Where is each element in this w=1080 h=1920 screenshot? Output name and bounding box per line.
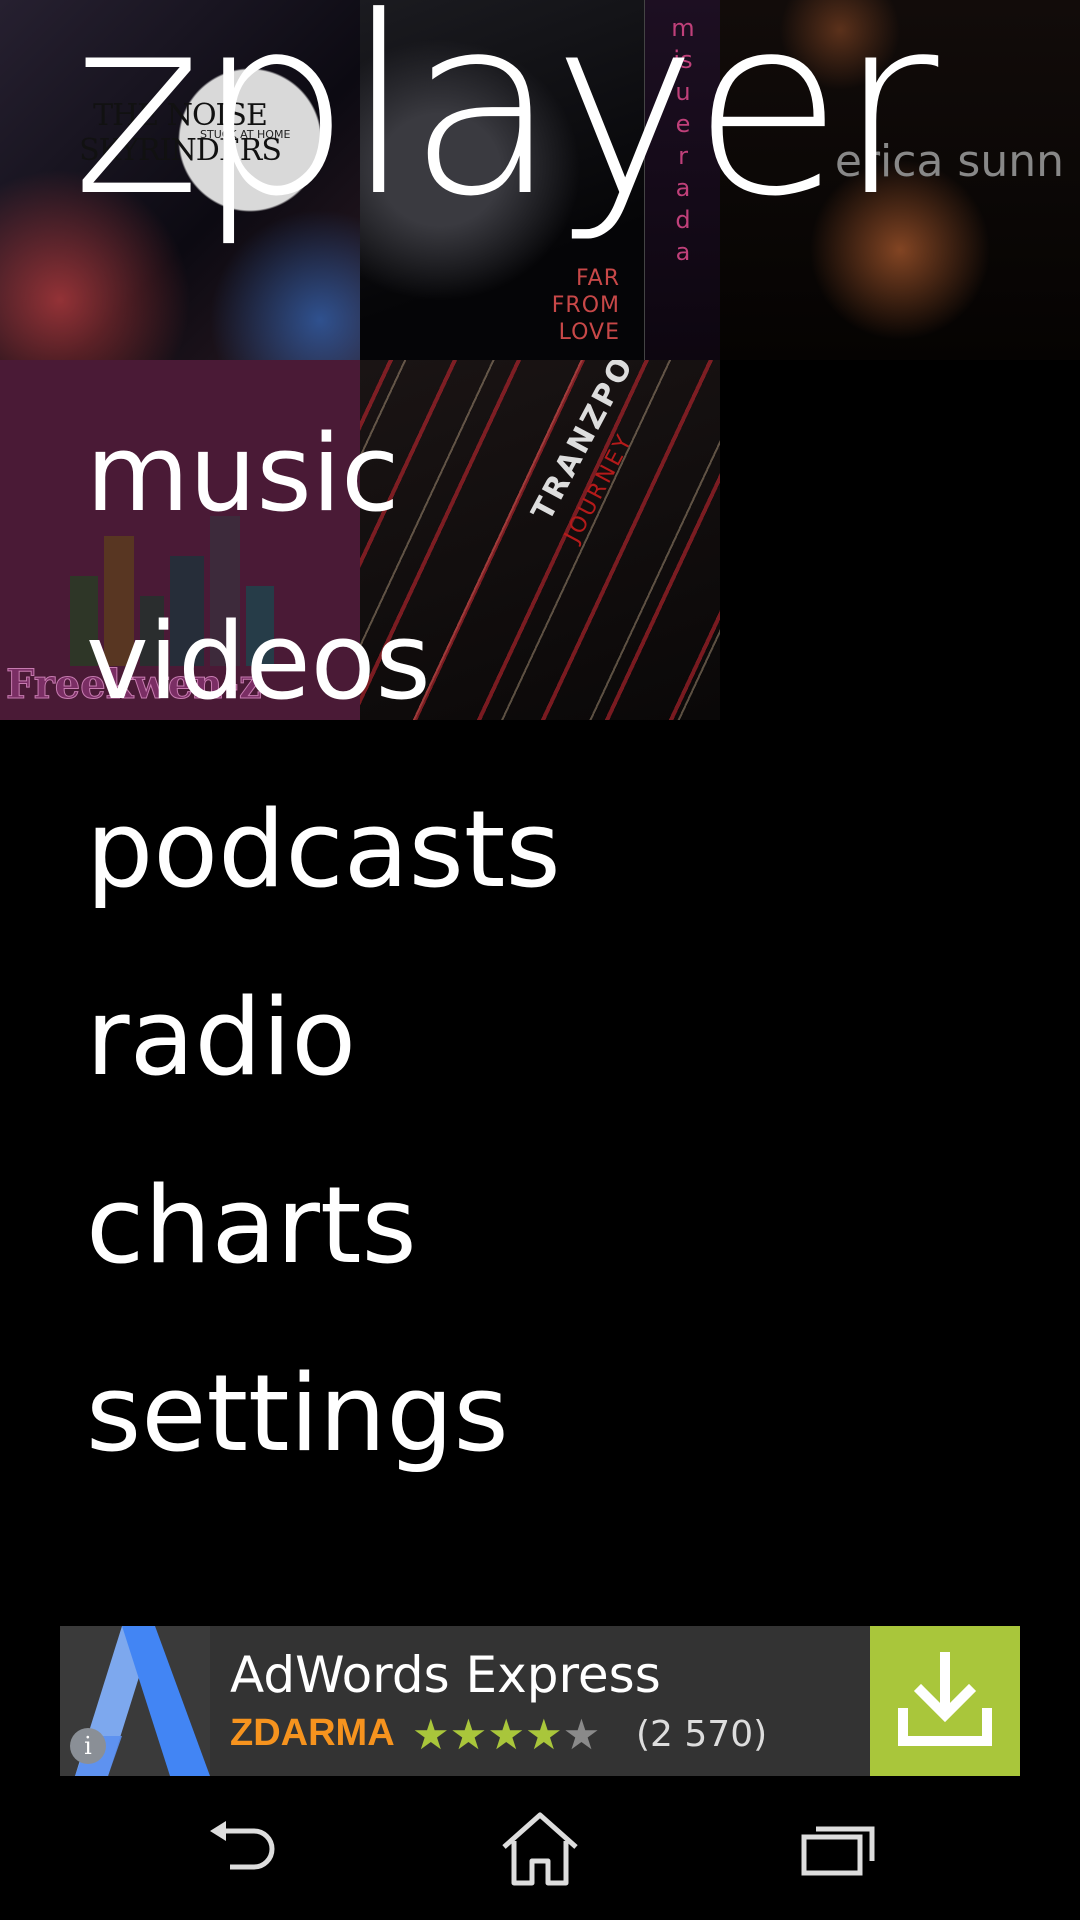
star-icon: ★ — [524, 1710, 563, 1759]
back-button[interactable] — [192, 1804, 292, 1894]
star-icon: ★ — [412, 1710, 450, 1759]
menu-item-podcasts[interactable]: podcasts — [86, 756, 561, 944]
ad-price: ZDARMA — [230, 1712, 395, 1754]
star-icon: ★ — [449, 1710, 488, 1759]
home-button[interactable] — [490, 1804, 590, 1894]
ad-title: AdWords Express — [230, 1646, 661, 1704]
album-art-text: FAR FROM LOVE — [551, 266, 620, 345]
star-empty-icon: ★ — [562, 1710, 601, 1759]
menu-item-charts[interactable]: charts — [86, 1132, 561, 1320]
main-menu: music videos podcasts radio charts setti… — [86, 380, 561, 1508]
download-button[interactable] — [870, 1626, 1020, 1776]
menu-item-videos[interactable]: videos — [86, 568, 561, 756]
menu-item-radio[interactable]: radio — [86, 944, 561, 1132]
back-icon — [210, 1821, 275, 1870]
recent-apps-button[interactable] — [790, 1804, 890, 1894]
app-title: zplayer — [72, 0, 938, 251]
recent-apps-icon — [801, 1826, 875, 1876]
download-icon — [898, 1652, 992, 1746]
info-icon[interactable]: i — [70, 1728, 106, 1764]
menu-item-music[interactable]: music — [86, 380, 561, 568]
ad-banner[interactable]: i AdWords Express ZDARMA ★★★★★ (2 570) — [60, 1626, 1020, 1776]
menu-item-settings[interactable]: settings — [86, 1320, 561, 1508]
rating-count: (2 570) — [636, 1714, 768, 1755]
rating-stars: ★★★★★ — [412, 1710, 600, 1759]
home-icon — [502, 1812, 578, 1886]
star-icon: ★ — [487, 1710, 525, 1759]
navigation-bar — [0, 1776, 1080, 1920]
